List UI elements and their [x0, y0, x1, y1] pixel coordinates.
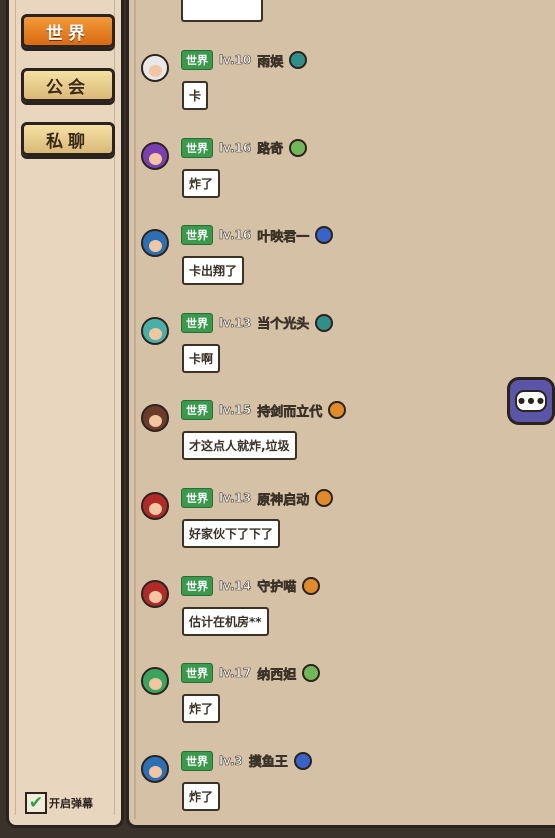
chat-button[interactable]: ● ● ● — [507, 377, 555, 425]
blue-staff-icon — [293, 751, 312, 770]
message-bubble: 炸了 — [182, 781, 221, 811]
orange-sword-icon — [328, 401, 347, 420]
level-label: lv.10 — [219, 53, 252, 68]
message-list[interactable]: 世界 lv.10 雨娱 卡 世界 lv.16 路奇 炸了 世界 lv.16 叶映… — [126, 0, 555, 828]
danmaku-toggle[interactable]: ✔ 开启弹幕 — [25, 792, 93, 814]
player-name[interactable]: 雨娱 — [257, 51, 284, 70]
level-label: lv.14 — [219, 578, 252, 593]
message-meta: 世界 lv.14 守护喵 — [181, 575, 321, 596]
message-bubble: 炸了 — [182, 694, 221, 724]
player-name[interactable]: 原神启动 — [257, 489, 310, 508]
avatar[interactable] — [141, 141, 169, 170]
message-meta: 世界 lv.17 纳西妲 — [181, 663, 321, 684]
player-name[interactable]: 守护喵 — [257, 576, 297, 596]
message-bubble: 好家伙下了下了 — [182, 519, 281, 548]
message-meta: 世界 lv.13 原神启动 — [181, 488, 334, 508]
message-meta: 世界 lv.15 持剑而立代 — [181, 400, 347, 421]
player-name[interactable]: 纳西妲 — [257, 664, 297, 683]
message-bubble: 卡出翔了 — [182, 256, 245, 286]
avatar[interactable] — [141, 404, 169, 433]
channel-sidebar: 世界 公会 私聊 ✔ 开启弹幕 — [6, 0, 124, 828]
avatar[interactable] — [141, 54, 169, 82]
channel-badge: 世界 — [181, 488, 213, 508]
level-label: lv.17 — [219, 666, 252, 681]
danmaku-toggle-label: 开启弹幕 — [49, 797, 93, 810]
orange-sword-icon — [302, 576, 321, 595]
chat-bubble-icon: ● ● ● — [515, 390, 547, 412]
green-leaf-icon — [302, 664, 321, 683]
level-label: lv.16 — [219, 228, 252, 243]
message-meta: 世界 lv.16 路奇 — [181, 137, 308, 158]
player-name[interactable]: 持剑而立代 — [257, 401, 323, 421]
message-meta: 世界 lv.3 摸鱼王 — [181, 750, 312, 771]
green-leaf-icon — [289, 138, 308, 157]
level-label: lv.3 — [219, 753, 243, 768]
channel-badge: 世界 — [181, 575, 213, 596]
message-bubble: 炸了 — [182, 168, 221, 198]
player-name[interactable]: 当个光头 — [257, 313, 310, 333]
checkbox-icon[interactable]: ✔ — [25, 792, 47, 814]
channel-badge: 世界 — [181, 400, 213, 421]
tab-guild[interactable]: 公会 — [21, 68, 115, 102]
chat-window: 世界 公会 私聊 ✔ 开启弹幕 世界 lv.10 雨娱 卡 世界 lv.16 路… — [0, 0, 555, 838]
tab-world[interactable]: 世界 — [21, 14, 115, 48]
message-meta: 世界 lv.10 雨娱 — [181, 50, 308, 70]
message-meta: 世界 lv.16 叶映君一 — [181, 225, 334, 246]
tab-private[interactable]: 私聊 — [21, 122, 115, 156]
previous-message-bubble — [181, 0, 263, 22]
level-label: lv.13 — [219, 491, 252, 506]
teal-compass-icon — [315, 313, 334, 332]
channel-badge: 世界 — [181, 750, 213, 771]
message-bubble: 卡啊 — [182, 343, 221, 373]
message-meta: 世界 lv.13 当个光头 — [181, 312, 334, 333]
channel-badge: 世界 — [181, 225, 213, 246]
player-name[interactable]: 路奇 — [257, 138, 284, 158]
avatar[interactable] — [141, 579, 169, 608]
message-bubble: 估计在机房** — [182, 606, 269, 636]
channel-badge: 世界 — [181, 312, 213, 333]
player-name[interactable]: 叶映君一 — [257, 226, 310, 245]
teal-compass-icon — [289, 51, 308, 69]
level-label: lv.15 — [219, 403, 252, 418]
orange-sword-icon — [315, 489, 334, 507]
avatar[interactable] — [141, 492, 169, 520]
level-label: lv.13 — [219, 315, 252, 330]
blue-staff-icon — [315, 226, 334, 245]
channel-badge: 世界 — [181, 663, 213, 684]
message-bubble: 才这点人就炸,垃圾 — [182, 431, 297, 461]
avatar[interactable] — [141, 316, 169, 345]
player-name[interactable]: 摸鱼王 — [249, 751, 289, 771]
channel-badge: 世界 — [181, 50, 213, 70]
channel-badge: 世界 — [181, 137, 213, 158]
message-bubble: 卡 — [182, 81, 209, 110]
avatar[interactable] — [141, 667, 169, 696]
level-label: lv.16 — [219, 140, 252, 155]
avatar[interactable] — [141, 754, 169, 783]
avatar[interactable] — [141, 229, 169, 258]
